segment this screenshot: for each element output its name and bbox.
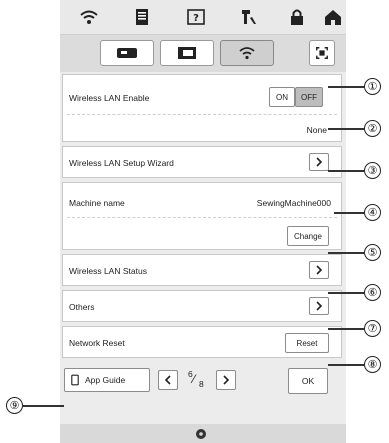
app-guide-button[interactable]: App Guide (64, 368, 150, 392)
top-toolbar: ? (60, 0, 346, 35)
page-total: 8 (199, 379, 204, 389)
setup-wizard-panel[interactable]: Wireless LAN Setup Wizard (62, 146, 342, 178)
embroidery-icon (178, 47, 196, 59)
setup-wizard-label: Wireless LAN Setup Wizard (69, 158, 174, 168)
machine-name-value: SewingMachine000 (256, 198, 331, 208)
callout-line (328, 252, 364, 254)
fullscreen-button[interactable] (309, 40, 335, 66)
callout-line (328, 328, 364, 330)
app-guide-label: App Guide (85, 375, 126, 385)
tab-bar (60, 35, 346, 72)
chevron-right-icon (316, 265, 323, 275)
smartphone-icon (71, 374, 79, 386)
setup-wizard-button[interactable] (309, 153, 329, 171)
divider (67, 114, 337, 115)
settings-content: Wireless LAN Enable ON OFF None Wireless… (60, 72, 346, 424)
tab-sewing[interactable] (100, 40, 154, 66)
lan-status-label: Wireless LAN Status (69, 266, 147, 276)
home-icon[interactable] (322, 6, 344, 28)
network-reset-panel: Network Reset Reset (62, 326, 342, 358)
divider (67, 217, 337, 218)
callout-8: ⑧ (364, 356, 381, 373)
chevron-right-icon (223, 375, 230, 385)
callout-3: ③ (364, 162, 381, 179)
callout-line (334, 212, 364, 214)
callout-6: ⑥ (364, 284, 381, 301)
tab-network[interactable] (220, 40, 274, 66)
svg-text:?: ? (193, 13, 199, 24)
wireless-lan-enable-label: Wireless LAN Enable (69, 93, 150, 103)
lan-status-panel[interactable]: Wireless LAN Status (62, 254, 342, 286)
help-icon[interactable]: ? (185, 6, 207, 28)
wireless-lan-enable-panel: Wireless LAN Enable ON OFF None (62, 74, 342, 142)
on-button[interactable]: ON (269, 87, 295, 107)
callout-7: ⑦ (364, 320, 381, 337)
lock-icon[interactable] (286, 6, 308, 28)
callout-4: ④ (364, 204, 381, 221)
callout-line (328, 364, 364, 366)
page-indicator: 6 ⁄ 8 (184, 369, 210, 391)
others-panel[interactable]: Others (62, 290, 342, 322)
thread-spool-icon (196, 429, 206, 439)
lan-status-button[interactable] (309, 261, 329, 279)
callout-line (328, 292, 364, 294)
fullscreen-icon (316, 47, 328, 59)
bottom-bar (60, 424, 346, 443)
callout-1: ① (364, 78, 381, 95)
chevron-right-icon (316, 301, 323, 311)
network-name-value: None (306, 125, 327, 135)
tab-embroidery[interactable] (160, 40, 214, 66)
callout-line (328, 86, 364, 88)
chevron-left-icon (164, 375, 171, 385)
next-page-button[interactable] (216, 370, 236, 390)
off-button[interactable]: OFF (295, 87, 323, 107)
callout-2: ② (364, 120, 381, 137)
callout-line (328, 128, 364, 130)
ok-button[interactable]: OK (288, 368, 328, 394)
document-icon[interactable] (131, 6, 153, 28)
change-button[interactable]: Change (287, 226, 329, 246)
wifi-icon[interactable] (78, 6, 100, 28)
previous-page-button[interactable] (158, 370, 178, 390)
reset-button[interactable]: Reset (285, 333, 329, 353)
wifi-icon (239, 47, 255, 60)
machine-name-label: Machine name (69, 198, 125, 208)
page-slash: ⁄ (193, 372, 196, 386)
others-button[interactable] (309, 297, 329, 315)
callout-line (328, 170, 364, 172)
network-reset-label: Network Reset (69, 338, 125, 348)
callout-9: ⑨ (6, 397, 23, 414)
sewing-machine-icon (117, 48, 137, 58)
callout-5: ⑤ (364, 244, 381, 261)
chevron-right-icon (316, 157, 323, 167)
callout-line (23, 405, 64, 407)
machine-name-panel: Machine name SewingMachine000 Change (62, 182, 342, 250)
others-label: Others (69, 302, 95, 312)
machine-settings-icon[interactable] (238, 6, 260, 28)
